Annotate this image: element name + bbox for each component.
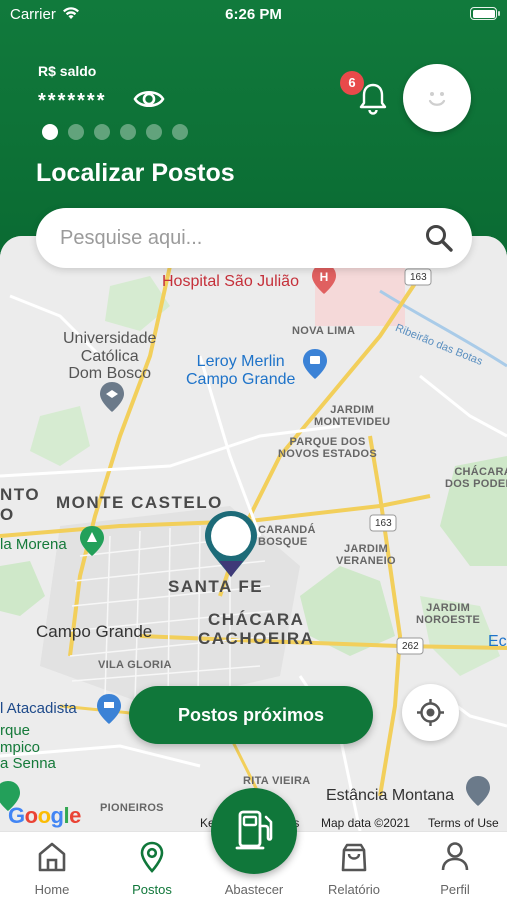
map-label-pioneiros: PIONEIROS <box>100 802 164 814</box>
crosshair-icon <box>417 699 444 726</box>
map-road-163-top: 163 <box>410 272 427 283</box>
map-label-vila-gloria: VILA GLORIA <box>98 659 172 671</box>
map-label-campo-grande: Campo Grande <box>36 622 153 641</box>
map-label-parque-novos-estados: PARQUE DOS NOVOS ESTADOS <box>278 436 378 461</box>
fuel-pump-icon <box>235 810 273 850</box>
my-location-button[interactable] <box>402 684 459 741</box>
carousel-dot[interactable] <box>94 124 110 140</box>
battery-icon <box>470 7 500 20</box>
user-icon <box>441 842 469 871</box>
tab-perfil[interactable]: Perfil <box>405 832 505 900</box>
location-pin-icon[interactable] <box>203 509 259 579</box>
map-label-jardim-veraneio: JARDIM VERANEIO <box>336 543 396 568</box>
eye-icon[interactable] <box>133 85 165 113</box>
google-logo: Google <box>8 803 81 828</box>
map-road-262: 262 <box>402 641 419 652</box>
carousel-dot[interactable] <box>42 124 58 140</box>
balance-value: ******* <box>38 90 107 112</box>
map-label-jardim-noroeste: JARDIM NOROESTE <box>416 602 481 627</box>
tab-relatorio-label: Relatório <box>327 882 381 897</box>
map-label-santa-fe: SANTA FE <box>168 577 264 596</box>
map-label-jardim-montevideu: JARDIM MONTEVIDEU <box>314 404 391 429</box>
tab-home-label: Home <box>34 882 70 897</box>
map-label-olimpico: rque mpico a Senna <box>0 722 56 772</box>
map-label-chacara-cachoeira: CHÁCARA CACHOEIRA <box>198 610 315 648</box>
search-bar <box>36 208 472 268</box>
map-label-hospital: Hospital São Julião <box>162 273 299 290</box>
page-title: Localizar Postos <box>36 159 235 187</box>
map-label-university: Universidade Católica Dom Bosco <box>63 330 157 383</box>
carousel-dot[interactable] <box>68 124 84 140</box>
carousel-dot[interactable] <box>146 124 162 140</box>
map-label-la-morena: la Morena <box>0 536 67 553</box>
clock: 6:26 PM <box>225 6 282 23</box>
attribution-map-data: Map data ©2021 <box>321 816 410 830</box>
map-label-nova-lima: NOVA LIMA <box>292 325 356 337</box>
tab-postos-label: Postos <box>132 882 172 897</box>
search-input[interactable] <box>60 222 400 254</box>
shopping-bag-icon <box>341 843 367 872</box>
map-label-estancia: Estância Montana <box>326 787 455 804</box>
carousel-dot[interactable] <box>120 124 136 140</box>
carousel-dots <box>42 124 188 140</box>
tab-postos[interactable]: Postos <box>102 832 202 900</box>
map-label-ec: Ec <box>488 633 507 650</box>
tab-home[interactable]: Home <box>2 832 102 900</box>
search-icon[interactable] <box>424 223 454 253</box>
map-label-caranda-bosque: CARANDÁ BOSQUE <box>258 524 316 549</box>
map-label-o: O <box>0 505 15 524</box>
tab-perfil-label: Perfil <box>440 882 470 897</box>
nearby-stations-button[interactable]: Postos próximos <box>129 686 373 744</box>
map-label-atacadista: l Atacadista <box>0 700 77 717</box>
map-label-onto: NTO <box>0 485 41 504</box>
status-bar: Carrier 6:26 PM <box>0 0 507 30</box>
map-label-leroy-merlin: Leroy Merlin Campo Grande <box>186 353 296 388</box>
map-label-chacara-poderes: CHÁCARA DOS PODERE <box>445 466 507 491</box>
notification-badge: 6 <box>340 71 364 95</box>
map-label-monte-castelo: MONTE CASTELO <box>56 493 223 512</box>
map-road-163-mid: 163 <box>375 518 392 529</box>
tab-abastecer-label: Abastecer <box>224 882 284 897</box>
map-pin-icon <box>140 841 164 873</box>
svg-text:H: H <box>320 270 329 284</box>
balance-label: R$ saldo <box>38 63 97 79</box>
home-icon <box>38 842 66 872</box>
attribution-terms-link[interactable]: Terms of Use <box>428 816 499 830</box>
map-label-rita-vieira: RITA VIEIRA <box>243 775 311 787</box>
carousel-dot[interactable] <box>172 124 188 140</box>
smiley-icon <box>428 92 446 106</box>
avatar[interactable] <box>403 64 471 132</box>
tab-relatorio[interactable]: Relatório <box>304 832 404 900</box>
fuel-action-button[interactable] <box>211 788 297 874</box>
